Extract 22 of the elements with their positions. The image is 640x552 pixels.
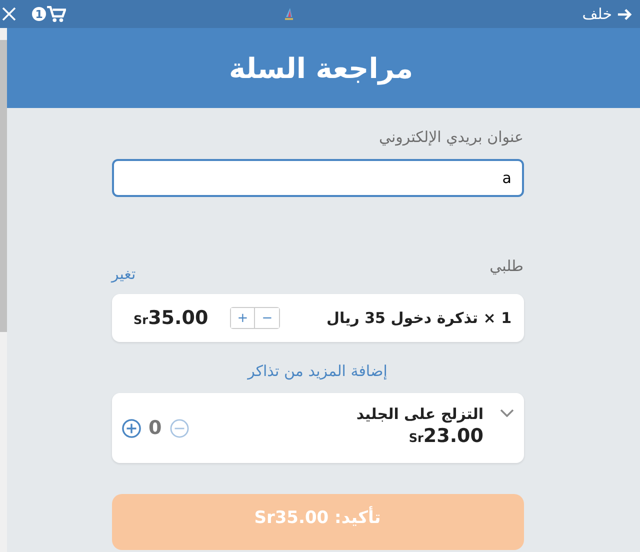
cart-count-badge: 1 [32,7,46,21]
page-title: مراجعة السلة [228,52,414,84]
item-price: Sr35.00 [134,307,208,329]
plus-icon[interactable] [122,418,140,438]
close-icon[interactable] [2,7,16,21]
email-label: عنوان بريدي الإلكتروني [378,128,524,146]
back-link[interactable]: خلف [582,5,632,23]
cart-icon [47,6,66,22]
plus-button[interactable]: + [231,308,256,328]
item-title: التزلج على الجليد [356,405,484,423]
change-link[interactable]: تغير [112,265,136,283]
item-price: Sr23.00 [408,425,484,447]
email-field[interactable]: a [112,159,524,197]
cart-button[interactable]: 1 [32,6,66,22]
quantity-value: 0 [148,417,162,439]
scrollbar[interactable] [0,28,7,552]
logo-icon [285,8,294,20]
arrow-icon [617,6,632,22]
item-title: 1 × تذكرة دخول 35 ريال [325,309,512,327]
chevron-icon[interactable] [500,409,514,417]
add-more-link[interactable]: إضافة المزيد من تذاكر [248,362,388,380]
order-label: طلبي [490,257,524,275]
